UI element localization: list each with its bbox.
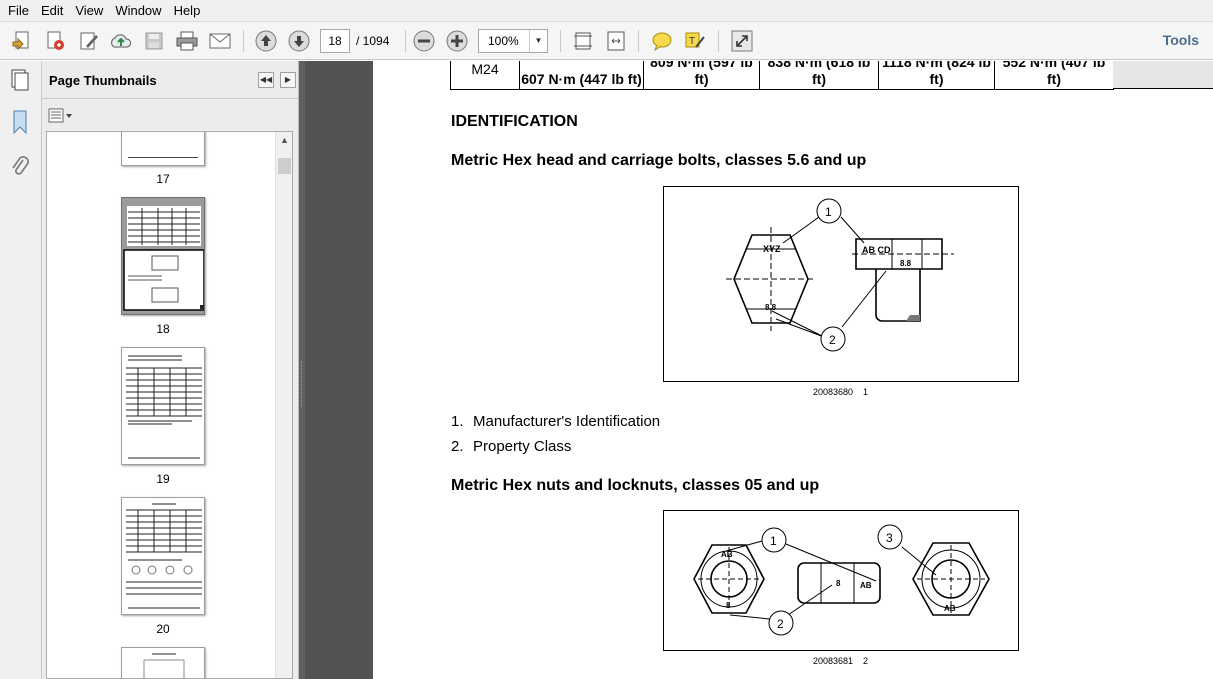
bolt-identification-figure: XYZ 8.8 AB CD 8.8 1 2 [663,186,1019,382]
menu-view[interactable]: View [69,0,109,22]
subsection-title-nuts: Metric Hex nuts and locknuts, classes 05… [451,477,820,494]
table-cell-size: M24 [450,61,520,90]
print-icon[interactable] [174,28,200,54]
legend-text: Property Class [473,438,572,455]
thumbnail-label: 20 [156,622,170,636]
legend-text: Manufacturer's Identification [473,413,661,430]
legend-num: 2. [451,438,464,455]
locknut-maker-mark: AB [944,604,956,613]
fit-width-icon[interactable] [603,28,629,54]
bookmarks-icon[interactable] [8,109,32,135]
thumbnail-label: 18 [156,322,170,336]
zoom-level-select[interactable]: 100% ▼ [478,29,548,53]
zoom-out-icon[interactable] [411,28,437,54]
panel-arrow-icon[interactable]: ▶ [280,72,296,88]
section-title: IDENTIFICATION [451,113,578,130]
toolbar: 18 / 1094 100% ▼ T Tools [0,22,1213,60]
create-pdf-icon[interactable] [9,28,35,54]
menu-window[interactable]: Window [109,0,167,22]
upload-cloud-icon[interactable] [108,28,134,54]
next-page-icon[interactable] [286,28,312,54]
panel-title: Page Thumbnails [49,73,157,88]
page-total: / 1094 [356,34,390,48]
legend-item: 2. Property Class [451,438,571,455]
menu-help[interactable]: Help [168,0,207,22]
carriage-class-mark: 8.8 [900,259,912,268]
zoom-in-icon[interactable] [444,28,470,54]
callout-1: 1 [770,534,777,548]
callout-3: 3 [886,531,893,545]
thumbnail-page-19[interactable] [121,347,205,465]
scroll-up-icon[interactable]: ▲ [276,132,292,149]
save-icon[interactable] [141,28,167,54]
table-cell: 607 N·m (447 lb ft) [519,61,644,90]
collapse-panel-icon[interactable]: ◀◀ [258,72,274,88]
nut-maker-mark: AB [721,550,733,559]
subsection-title-bolts: Metric Hex head and carriage bolts, clas… [451,152,867,169]
figure-1-code: 20083680 [813,387,854,397]
figure-2-number: 2 [863,656,869,666]
fit-page-icon[interactable] [570,28,596,54]
options-menu-icon[interactable] [48,108,74,124]
email-icon[interactable] [207,28,233,54]
legend-num: 1. [451,413,464,430]
thumbnail-label: 19 [156,472,170,486]
comment-icon[interactable] [649,28,675,54]
nut-class-mark: 8 [726,601,731,610]
menu-file[interactable]: File [2,0,35,22]
page-thumbnails-icon[interactable] [8,67,32,93]
nut-identification-figure: AB 8 8 AB AB 1 2 3 [663,510,1019,651]
zoom-level-value: 100% [488,34,519,48]
previous-page-icon[interactable] [253,28,279,54]
table-shaded-cell [1113,61,1213,89]
thumbnail-page-21[interactable] [121,647,205,678]
thumbnail-page-20[interactable] [121,497,205,615]
full-screen-icon[interactable] [729,28,755,54]
figure-2-code: 20083681 [813,656,854,666]
edit-pdf-icon[interactable] [42,28,68,54]
thumbnail-label: 17 [156,172,170,186]
thumbnail-page-17[interactable] [121,132,205,166]
thumbnail-page-18[interactable] [121,197,205,315]
side-class-mark: 8 [836,579,841,588]
tools-link[interactable]: Tools [1163,32,1199,48]
scrollbar-thumb[interactable] [278,158,291,174]
menu-bar: File Edit View Window Help [0,0,1213,22]
figure-1-number: 1 [863,387,869,397]
torque-table: M24 607 N·m (447 lb ft) 809 N·m (597 lb … [450,61,1114,90]
menu-edit[interactable]: Edit [35,0,69,22]
carriage-maker-mark: AB CD [862,245,891,255]
thumbnail-list: 17 18 19 20 ▲ [46,131,293,679]
navigation-rail [0,61,42,679]
page-number-input[interactable]: 18 [320,29,350,53]
highlight-icon[interactable]: T [682,28,708,54]
panel-header: Page Thumbnails ◀◀ ▶ [42,61,298,99]
attachments-icon[interactable] [8,153,32,179]
svg-text:T: T [689,36,695,47]
table-row: M24 607 N·m (447 lb ft) 809 N·m (597 lb … [450,61,1114,90]
callout-2: 2 [777,617,784,631]
sign-icon[interactable] [76,28,102,54]
document-margin [305,61,373,679]
callout-1: 1 [825,205,832,219]
thumbnails-panel: Page Thumbnails ◀◀ ▶ 17 18 19 20 ▲ [42,61,299,679]
chevron-down-icon[interactable]: ▼ [529,30,547,52]
table-cell: 1118 N·m (824 lb ft) [878,61,995,90]
table-cell: 809 N·m (597 lb ft) [643,61,760,90]
side-maker-mark: AB [860,581,872,590]
document-page: M24 607 N·m (447 lb ft) 809 N·m (597 lb … [373,61,1213,679]
thumbnail-scrollbar[interactable]: ▲ [275,132,292,678]
class-mark: 8.8 [765,303,777,312]
maker-mark: XYZ [763,244,781,254]
callout-2: 2 [829,333,836,347]
table-cell: 838 N·m (618 lb ft) [759,61,879,90]
legend-item: 1. Manufacturer's Identification [451,413,660,430]
table-cell: 552 N·m (407 lb ft) [994,61,1114,90]
